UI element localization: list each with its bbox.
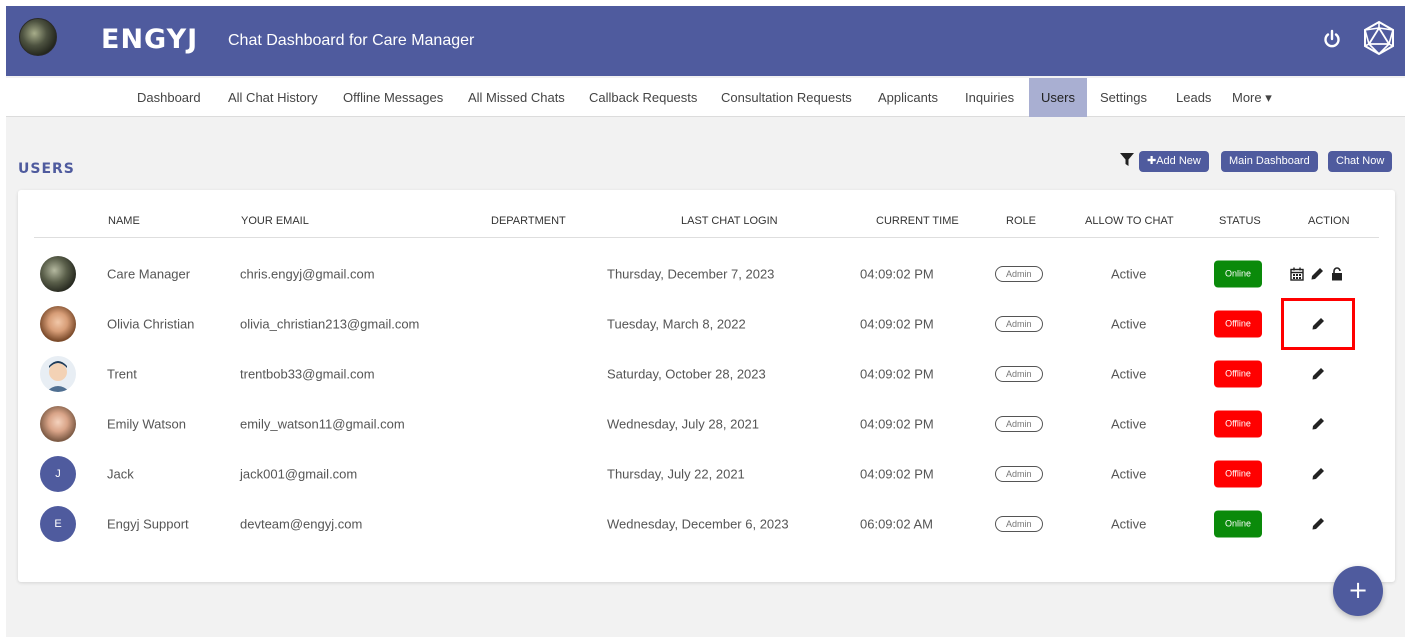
edit-pencil-icon[interactable] xyxy=(1311,467,1325,481)
table-row: Care Manager chris.engyj@gmail.com Thurs… xyxy=(34,249,1379,299)
nav-applicants[interactable]: Applicants xyxy=(872,78,944,117)
brand-name: ENGYJ xyxy=(101,24,199,55)
col-header-department: DEPARTMENT xyxy=(491,215,566,227)
avatar: E xyxy=(40,506,76,542)
nav-consultation-requests[interactable]: Consultation Requests xyxy=(715,78,858,117)
user-email: trentbob33@gmail.com xyxy=(240,366,375,382)
last-chat-login: Wednesday, December 6, 2023 xyxy=(607,516,789,532)
role-badge: Admin xyxy=(995,516,1043,532)
current-time: 04:09:02 PM xyxy=(860,266,934,282)
dashboard-subtitle: Chat Dashboard for Care Manager xyxy=(228,32,475,49)
user-name: Jack xyxy=(107,466,134,482)
col-header-current-time: CURRENT TIME xyxy=(876,215,959,227)
current-time: 04:09:02 PM xyxy=(860,366,934,382)
nav-dashboard[interactable]: Dashboard xyxy=(131,78,207,117)
status-badge: Online xyxy=(1214,260,1262,288)
avatar xyxy=(40,356,76,392)
user-email: jack001@gmail.com xyxy=(240,466,358,482)
current-time: 04:09:02 PM xyxy=(860,466,934,482)
user-email: olivia_christian213@gmail.com xyxy=(240,316,420,332)
user-email: emily_watson11@gmail.com xyxy=(240,416,405,432)
role-badge: Admin xyxy=(995,316,1043,332)
filter-icon[interactable] xyxy=(1120,153,1134,167)
nav-inquiries[interactable]: Inquiries xyxy=(959,78,1020,117)
last-chat-login: Tuesday, March 8, 2022 xyxy=(607,316,746,332)
highlight-box xyxy=(1281,298,1355,350)
nav-users[interactable]: Users xyxy=(1029,78,1087,117)
top-header: ENGYJ Chat Dashboard for Care Manager xyxy=(6,6,1405,76)
user-name: Emily Watson xyxy=(107,416,186,432)
role-badge: Admin xyxy=(995,416,1043,432)
table-row: Emily Watson emily_watson11@gmail.com We… xyxy=(34,399,1379,449)
chat-now-button[interactable]: Chat Now xyxy=(1328,151,1393,172)
user-email: devteam@engyj.com xyxy=(240,516,363,532)
status-badge: Offline xyxy=(1214,360,1262,388)
allow-to-chat: Active xyxy=(1111,266,1147,282)
role-badge: Admin xyxy=(995,266,1043,282)
nav-offline-messages[interactable]: Offline Messages xyxy=(337,78,449,117)
last-chat-login: Saturday, October 28, 2023 xyxy=(607,366,766,382)
status-badge: Online xyxy=(1214,510,1262,538)
nav-settings[interactable]: Settings xyxy=(1094,78,1153,117)
app: ENGYJ Chat Dashboard for Care Manager Da… xyxy=(6,6,1405,637)
floating-add-button[interactable]: + xyxy=(1333,566,1383,616)
edit-pencil-icon[interactable] xyxy=(1311,517,1325,531)
edit-pencil-icon[interactable] xyxy=(1311,367,1325,381)
col-header-email: YOUR EMAIL xyxy=(241,215,309,227)
avatar xyxy=(40,406,76,442)
allow-to-chat: Active xyxy=(1111,316,1147,332)
avatar xyxy=(40,256,76,292)
last-chat-login: Thursday, December 7, 2023 xyxy=(607,266,775,282)
col-header-allow-to-chat: ALLOW TO CHAT xyxy=(1085,215,1174,227)
allow-to-chat: Active xyxy=(1111,416,1147,432)
last-chat-login: Thursday, July 22, 2021 xyxy=(607,466,745,482)
user-email: chris.engyj@gmail.com xyxy=(240,266,375,282)
nav-more-dropdown[interactable]: More ▾ xyxy=(1226,78,1278,117)
nav-all-missed-chats[interactable]: All Missed Chats xyxy=(462,78,571,117)
calendar-icon[interactable] xyxy=(1290,267,1304,281)
status-badge: Offline xyxy=(1214,310,1262,338)
power-icon[interactable] xyxy=(1322,29,1342,49)
cartoon-avatar-icon xyxy=(46,361,70,392)
table-row: E Engyj Support devteam@engyj.com Wednes… xyxy=(34,499,1379,549)
user-avatar[interactable] xyxy=(19,18,57,56)
col-header-name: NAME xyxy=(108,215,140,227)
allow-to-chat: Active xyxy=(1111,366,1147,382)
avatar xyxy=(40,306,76,342)
role-badge: Admin xyxy=(995,466,1043,482)
avatar: J xyxy=(40,456,76,492)
current-time: 04:09:02 PM xyxy=(860,316,934,332)
table-row: Trent trentbob33@gmail.com Saturday, Oct… xyxy=(34,349,1379,399)
main-dashboard-button[interactable]: Main Dashboard xyxy=(1221,151,1318,172)
nav-callback-requests[interactable]: Callback Requests xyxy=(583,78,703,117)
table-row: Olivia Christian olivia_christian213@gma… xyxy=(34,299,1379,349)
allow-to-chat: Active xyxy=(1111,466,1147,482)
brand-logo-icon[interactable] xyxy=(1361,20,1397,56)
table-row: J Jack jack001@gmail.com Thursday, July … xyxy=(34,449,1379,499)
page-title: USERS xyxy=(18,161,75,177)
col-header-role: ROLE xyxy=(1006,215,1036,227)
main-nav: Dashboard All Chat History Offline Messa… xyxy=(6,78,1405,117)
col-header-last-chat-login: LAST CHAT LOGIN xyxy=(681,215,778,227)
col-header-action: ACTION xyxy=(1308,215,1350,227)
status-badge: Offline xyxy=(1214,410,1262,438)
edit-pencil-icon[interactable] xyxy=(1310,267,1324,281)
unlock-icon[interactable] xyxy=(1330,267,1344,281)
nav-leads[interactable]: Leads xyxy=(1170,78,1217,117)
user-name: Engyj Support xyxy=(107,516,189,532)
header-divider xyxy=(34,237,1379,238)
role-badge: Admin xyxy=(995,366,1043,382)
add-new-button[interactable]: ✚Add New xyxy=(1139,151,1209,172)
last-chat-login: Wednesday, July 28, 2021 xyxy=(607,416,760,432)
current-time: 06:09:02 AM xyxy=(860,516,933,532)
col-header-status: STATUS xyxy=(1219,215,1261,227)
user-name: Olivia Christian xyxy=(107,316,195,332)
current-time: 04:09:02 PM xyxy=(860,416,934,432)
user-name: Care Manager xyxy=(107,266,191,282)
allow-to-chat: Active xyxy=(1111,516,1147,532)
nav-all-chat-history[interactable]: All Chat History xyxy=(222,78,324,117)
user-name: Trent xyxy=(107,366,137,382)
edit-pencil-icon[interactable] xyxy=(1311,417,1325,431)
status-badge: Offline xyxy=(1214,460,1262,488)
